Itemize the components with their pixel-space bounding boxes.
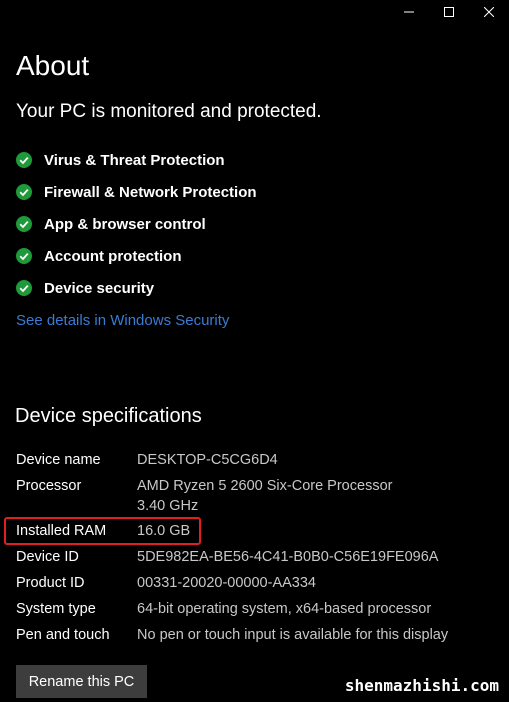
spec-value-line-2: 3.40 GHz (137, 498, 199, 514)
protection-status-heading: Your PC is monitored and protected. (16, 101, 322, 122)
page-title: About (16, 50, 90, 81)
spec-value: No pen or touch input is available for t… (137, 627, 449, 643)
spec-value: DESKTOP-C5CG6D4 (137, 452, 278, 468)
status-item-virus-threat: Virus & Threat Protection (16, 144, 257, 176)
spec-label: System type (16, 601, 96, 617)
spec-label: Pen and touch (16, 627, 110, 643)
spec-label: Device ID (16, 549, 79, 565)
minimize-button[interactable] (389, 0, 429, 24)
windows-security-link[interactable]: See details in Windows Security (16, 312, 229, 329)
maximize-icon (444, 7, 454, 17)
protection-status-list: Virus & Threat Protection Firewall & Net… (16, 144, 257, 304)
close-button[interactable] (469, 0, 509, 24)
spec-value: 16.0 GB (137, 523, 191, 539)
check-circle-icon (16, 152, 32, 168)
close-icon (484, 7, 494, 17)
status-label: Account protection (44, 247, 182, 265)
spec-label: Device name (16, 452, 101, 468)
spec-value: 00331-20020-00000-AA334 (137, 575, 316, 591)
spec-label: Product ID (16, 575, 85, 591)
spec-label: Installed RAM (16, 523, 107, 539)
spec-label: Processor (16, 478, 82, 494)
status-label: App & browser control (44, 215, 206, 233)
maximize-button[interactable] (429, 0, 469, 24)
rename-pc-button[interactable]: Rename this PC (16, 665, 147, 698)
status-item-firewall-network: Firewall & Network Protection (16, 176, 257, 208)
check-circle-icon (16, 280, 32, 296)
minimize-icon (404, 11, 414, 13)
check-circle-icon (16, 184, 32, 200)
check-circle-icon (16, 216, 32, 232)
device-specs-heading: Device specifications (15, 405, 202, 427)
check-circle-icon (16, 248, 32, 264)
status-label: Device security (44, 279, 155, 297)
status-item-device-security: Device security (16, 272, 257, 304)
window-title-bar (389, 0, 509, 24)
spec-value: AMD Ryzen 5 2600 Six-Core Processor (137, 478, 393, 494)
spec-value: 5DE982EA-BE56-4C41-B0B0-C56E19FE096A (137, 549, 439, 565)
watermark-text: shenmazhishi.com (344, 676, 499, 695)
spec-value: 64-bit operating system, x64-based proce… (137, 601, 432, 617)
status-label: Virus & Threat Protection (44, 151, 225, 169)
status-item-account-protection: Account protection (16, 240, 257, 272)
status-item-app-browser: App & browser control (16, 208, 257, 240)
status-label: Firewall & Network Protection (44, 183, 257, 201)
